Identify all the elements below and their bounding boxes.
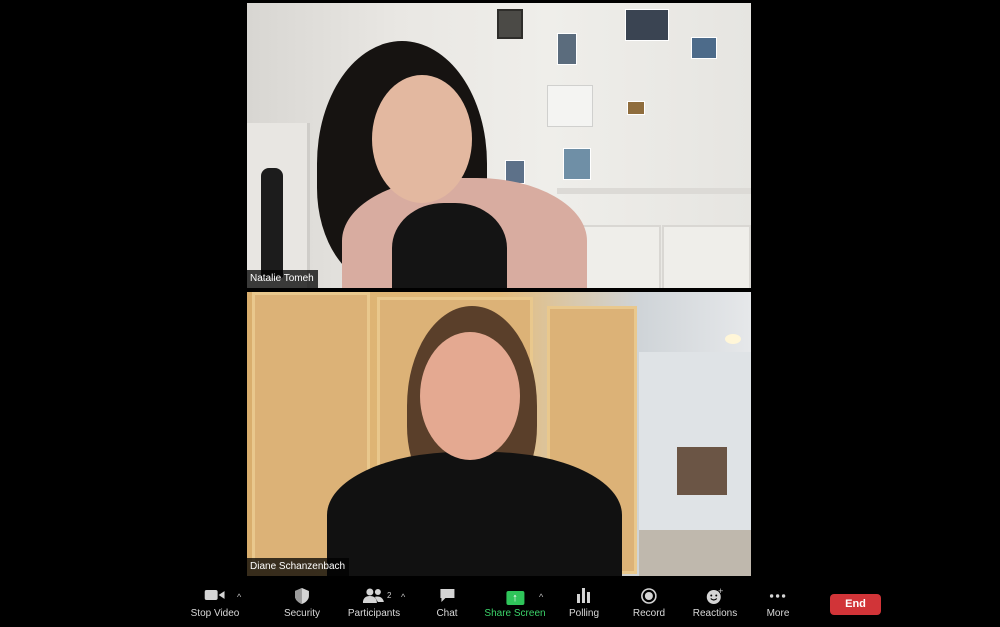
bar-chart-icon <box>569 588 599 606</box>
wall-panel <box>662 225 751 288</box>
share-screen-icon: ↑ <box>484 588 545 606</box>
wall-photo <box>627 101 645 115</box>
record-icon <box>633 588 665 606</box>
bookshelf <box>677 447 727 495</box>
participants-options-caret-icon[interactable]: ^ <box>401 592 405 602</box>
wall-photo <box>557 33 577 65</box>
chat-button[interactable]: Chat <box>436 588 458 619</box>
more-dots-icon <box>767 588 790 606</box>
wall-photo <box>563 148 591 180</box>
participants-button[interactable]: Participants <box>348 588 400 619</box>
stop-video-button[interactable]: Stop Video <box>190 588 240 619</box>
participant-name-label: Natalie Tomeh <box>247 270 318 288</box>
share-options-caret-icon[interactable]: ^ <box>539 592 543 602</box>
end-meeting-button[interactable]: End <box>830 594 881 615</box>
video-tile-diane[interactable]: Diane Schanzenbach <box>247 292 751 576</box>
reactions-label: Reactions <box>692 608 738 619</box>
reactions-button[interactable]: + Reactions <box>692 587 738 619</box>
person-shirt <box>392 203 507 288</box>
wall-molding <box>557 188 751 194</box>
participants-count-badge: 2 <box>387 591 392 600</box>
svg-text:+: + <box>718 588 724 595</box>
more-label: More <box>766 608 790 619</box>
person-sweater <box>327 452 622 576</box>
chat-label: Chat <box>436 608 458 619</box>
security-label: Security <box>283 608 321 619</box>
person-face <box>372 75 472 203</box>
person-face <box>420 332 520 460</box>
record-button[interactable]: Record <box>633 588 665 619</box>
wall-photo <box>691 37 717 59</box>
share-screen-label: Share Screen <box>484 608 546 619</box>
video-options-caret-icon[interactable]: ^ <box>237 592 241 602</box>
smiley-plus-icon: + <box>693 587 737 606</box>
wall-photo <box>625 9 669 41</box>
participants-label: Participants <box>347 608 401 619</box>
polling-label: Polling <box>568 608 600 619</box>
hanging-coat <box>261 168 283 278</box>
shield-icon <box>284 588 320 606</box>
participant-name-label: Diane Schanzenbach <box>247 558 350 576</box>
record-label: Record <box>632 608 666 619</box>
floor <box>639 530 751 576</box>
stop-video-label: Stop Video <box>190 608 240 619</box>
security-button[interactable]: Security <box>284 588 320 619</box>
more-button[interactable]: More <box>766 588 790 619</box>
video-camera-icon <box>191 588 240 606</box>
framed-photo <box>497 9 523 39</box>
wall-photo <box>547 85 593 127</box>
ceiling-light <box>725 334 741 344</box>
participants-icon <box>348 588 400 606</box>
video-tile-natalie[interactable]: Natalie Tomeh <box>247 3 751 288</box>
chat-bubble-icon <box>436 588 457 606</box>
share-screen-button[interactable]: ↑ Share Screen <box>484 588 546 619</box>
polling-button[interactable]: Polling <box>569 588 599 619</box>
